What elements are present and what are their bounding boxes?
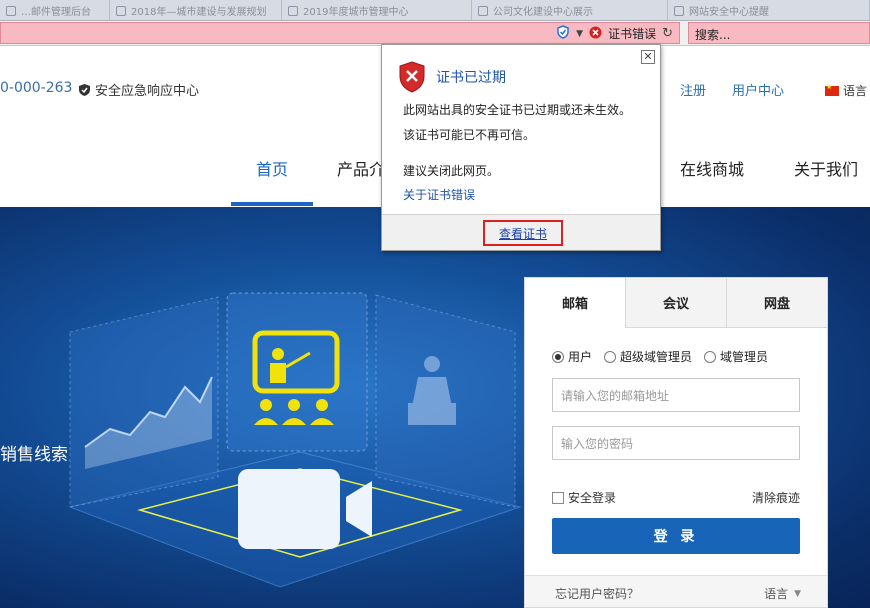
view-certificate-link[interactable]: 查看证书 — [483, 220, 563, 246]
page-icon — [674, 5, 684, 16]
secure-login-checkbox[interactable]: 安全登录 — [552, 489, 616, 506]
address-bar-tools: ▼ 证书错误 ↻ — [556, 25, 673, 42]
about-cert-error-link[interactable]: 关于证书错误 — [403, 186, 475, 203]
cert-error-popup: ✕ 证书已过期 此网站出具的安全证书已过期或还未生效。 该证书可能已不再可信。 … — [381, 44, 661, 251]
security-shield-icon[interactable] — [556, 25, 570, 42]
shield-icon — [79, 83, 90, 96]
tab-mail[interactable]: 邮箱 — [525, 278, 625, 328]
language-select[interactable]: 语言 ▼ — [764, 585, 801, 602]
popup-message: 此网站出具的安全证书已过期或还未生效。 — [403, 103, 632, 117]
login-button[interactable]: 登 录 — [552, 518, 800, 554]
hotline-number: 0-000-263 — [0, 80, 73, 96]
user-center-link[interactable]: 用户中心 — [732, 80, 784, 99]
tab-meeting[interactable]: 会议 — [625, 278, 726, 327]
clear-traces-link[interactable]: 清除痕迹 — [752, 489, 800, 506]
china-flag-icon — [825, 83, 839, 96]
forgot-password-link[interactable]: 忘记用户密码？ — [555, 585, 639, 602]
role-selector: 用户 超级域管理员 域管理员 — [552, 348, 768, 365]
browser-tab[interactable]: 公司文化建设中心展示 — [472, 0, 668, 21]
refresh-icon[interactable]: ↻ — [662, 26, 673, 41]
browser-tab[interactable]: 网站安全中心提醒 — [668, 0, 870, 21]
page-icon — [116, 5, 126, 16]
cert-error-icon[interactable] — [589, 26, 602, 42]
security-center-link[interactable]: 安全应急响应中心 — [78, 80, 199, 99]
role-user-radio[interactable]: 用户 — [552, 348, 592, 365]
role-domain-admin-radio[interactable]: 域管理员 — [704, 348, 768, 365]
page-icon — [6, 5, 16, 16]
browser-tab[interactable]: 2019年度城市管理中心 — [282, 0, 472, 21]
browser-tab-strip: …邮件管理后台 2018年—城市建设与发展规划 2019年度城市管理中心 公司文… — [0, 0, 870, 21]
login-footer: 忘记用户密码？ 语言 ▼ — [525, 575, 827, 607]
popup-footer: 查看证书 — [382, 214, 660, 250]
error-shield-icon — [398, 61, 426, 97]
chevron-down-icon: ▼ — [794, 588, 801, 599]
nav-home[interactable]: 首页 — [256, 156, 288, 180]
login-panel: 邮箱 会议 网盘 用户 超级域管理员 域管理员 请输入您的邮箱地址 输入您的密码… — [524, 277, 828, 608]
close-icon[interactable]: ✕ — [641, 50, 655, 64]
cert-error-label[interactable]: 证书错误 — [608, 25, 656, 42]
role-super-admin-radio[interactable]: 超级域管理员 — [604, 348, 692, 365]
nav-products[interactable]: 产品介 — [337, 156, 385, 180]
tab-netdisk[interactable]: 网盘 — [726, 278, 827, 327]
browser-tab[interactable]: 2018年—城市建设与发展规划 — [110, 0, 282, 21]
dropdown-arrow-icon[interactable]: ▼ — [576, 29, 583, 39]
login-tabs: 邮箱 会议 网盘 — [525, 278, 827, 328]
page-icon — [288, 5, 298, 16]
password-field[interactable]: 输入您的密码 — [552, 426, 800, 460]
browser-tab[interactable]: …邮件管理后台 — [0, 0, 110, 21]
popup-title: 证书已过期 — [436, 70, 506, 86]
radio-selected-icon — [552, 350, 564, 363]
email-field[interactable]: 请输入您的邮箱地址 — [552, 378, 800, 412]
popup-message: 建议关闭此网页。 — [403, 164, 500, 178]
hero-text: 销售线索 — [0, 445, 68, 465]
language-switcher[interactable]: 语言 — [825, 82, 867, 99]
top-links: 注册 用户中心 — [680, 80, 784, 99]
page-icon — [478, 5, 488, 16]
register-link[interactable]: 注册 — [680, 80, 706, 99]
search-input[interactable]: 搜索... — [688, 22, 870, 44]
nav-shop[interactable]: 在线商城 — [680, 156, 744, 180]
address-bar[interactable]: ▼ 证书错误 ↻ — [0, 22, 680, 44]
radio-icon — [604, 350, 617, 363]
checkbox-icon — [552, 491, 564, 504]
nav-active-indicator — [231, 202, 313, 206]
nav-about[interactable]: 关于我们 — [794, 156, 858, 180]
popup-message: 该证书可能已不再可信。 — [403, 128, 536, 142]
address-bar-row: ▼ 证书错误 ↻ 搜索... — [0, 21, 870, 46]
radio-icon — [704, 350, 717, 363]
